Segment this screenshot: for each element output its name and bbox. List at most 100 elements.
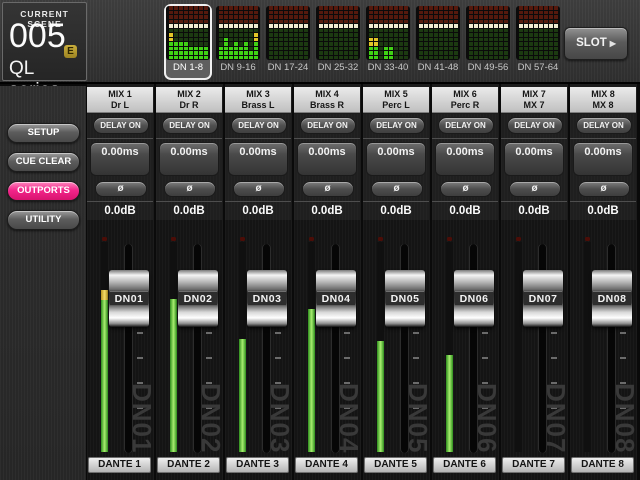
meter-segment — [169, 20, 173, 24]
meter-segment — [384, 33, 388, 37]
meter-segment — [429, 33, 433, 37]
channel-header[interactable]: MIX 4Brass R — [294, 87, 360, 113]
slot-button[interactable]: SLOT▶ — [564, 27, 628, 60]
meter-bar — [394, 6, 398, 60]
fader-knob[interactable]: DN04 — [316, 270, 356, 327]
channel-header[interactable]: MIX 7MX 7 — [501, 87, 567, 113]
phase-button[interactable]: ø — [371, 181, 423, 197]
meter-block-bars — [416, 6, 460, 60]
delay-on-button[interactable]: DELAY ON — [507, 117, 563, 134]
sidebar-button-outports[interactable]: OUTPORTS — [7, 181, 80, 201]
meter-segment — [384, 51, 388, 55]
delay-on-button[interactable]: DELAY ON — [438, 117, 494, 134]
meter-segment — [269, 38, 273, 42]
fader-knob[interactable]: DN07 — [523, 270, 563, 327]
phase-button[interactable]: ø — [578, 181, 630, 197]
delay-time-box[interactable]: 0.00ms — [435, 142, 495, 176]
meter-segment — [479, 51, 483, 55]
meter-block-2[interactable]: DN 9-16 — [216, 6, 260, 78]
delay-time-box[interactable]: 0.00ms — [573, 142, 633, 176]
meter-block-3[interactable]: DN 17-24 — [266, 6, 310, 78]
meter-segment — [269, 24, 273, 28]
meter-segment — [554, 56, 558, 60]
meter-segment — [234, 33, 238, 37]
meter-segment — [494, 51, 498, 55]
phase-button[interactable]: ø — [302, 181, 354, 197]
meter-segment — [334, 6, 338, 10]
meter-segment — [184, 42, 188, 46]
delay-on-button[interactable]: DELAY ON — [231, 117, 287, 134]
meter-segment — [349, 38, 353, 42]
meter-segment — [369, 56, 373, 60]
meter-segment — [349, 42, 353, 46]
meter-block-5[interactable]: DN 33-40 — [366, 6, 410, 78]
channel-header[interactable]: MIX 1Dr L — [87, 87, 153, 113]
meter-segment — [499, 47, 503, 51]
meter-segment — [269, 56, 273, 60]
meter-segment — [549, 56, 553, 60]
meter-segment — [449, 24, 453, 28]
meter-segment — [504, 24, 508, 28]
phase-button[interactable]: ø — [233, 181, 285, 197]
delay-time-box[interactable]: 0.00ms — [297, 142, 357, 176]
phase-button[interactable]: ø — [95, 181, 147, 197]
meter-bar — [204, 6, 208, 60]
meter-segment — [279, 24, 283, 28]
delay-time-box[interactable]: 0.00ms — [90, 142, 150, 176]
meter-segment — [199, 42, 203, 46]
meter-segment — [334, 56, 338, 60]
phase-button[interactable]: ø — [164, 181, 216, 197]
phase-button[interactable]: ø — [440, 181, 492, 197]
meter-segment — [449, 38, 453, 42]
channel-header[interactable]: MIX 6Perc R — [432, 87, 498, 113]
delay-on-button[interactable]: DELAY ON — [93, 117, 149, 134]
meter-segment — [429, 51, 433, 55]
delay-on-button[interactable]: DELAY ON — [162, 117, 218, 134]
delay-time-box[interactable]: 0.00ms — [366, 142, 426, 176]
channel-header[interactable]: MIX 5Perc L — [363, 87, 429, 113]
meter-segment — [484, 56, 488, 60]
meter-segment — [529, 20, 533, 24]
delay-on-button[interactable]: DELAY ON — [300, 117, 356, 134]
fader-knob[interactable]: DN05 — [385, 270, 425, 327]
meter-block-1[interactable]: DN 1-8 — [166, 6, 210, 78]
meter-segment — [419, 6, 423, 10]
meter-segment — [299, 6, 303, 10]
scene-panel[interactable]: CURRENT SCENE 005 E QL series — [2, 2, 87, 81]
meter-segment — [544, 29, 548, 33]
fader-knob[interactable]: DN08 — [592, 270, 632, 327]
sidebar-button-setup[interactable]: SETUP — [7, 123, 80, 143]
fader-knob[interactable]: DN01 — [109, 270, 149, 327]
meter-block-6[interactable]: DN 41-48 — [416, 6, 460, 78]
meter-segment — [229, 11, 233, 15]
meter-segment — [274, 42, 278, 46]
meter-segment — [549, 47, 553, 51]
meter-segment — [254, 38, 258, 42]
channel-header[interactable]: MIX 2Dr R — [156, 87, 222, 113]
sidebar-button-cue-clear[interactable]: CUE CLEAR — [7, 152, 80, 172]
meter-segment — [489, 6, 493, 10]
fader-knob[interactable]: DN02 — [178, 270, 218, 327]
meter-segment — [489, 29, 493, 33]
channel-header[interactable]: MIX 3Brass L — [225, 87, 291, 113]
delay-time-box[interactable]: 0.00ms — [159, 142, 219, 176]
phase-button[interactable]: ø — [509, 181, 561, 197]
delay-time-box[interactable]: 0.00ms — [228, 142, 288, 176]
meter-segment — [199, 11, 203, 15]
fader-knob[interactable]: DN06 — [454, 270, 494, 327]
meter-segment — [399, 42, 403, 46]
meter-segment — [449, 51, 453, 55]
meter-block-7[interactable]: DN 49-56 — [466, 6, 510, 78]
meter-segment — [204, 47, 208, 51]
meter-segment — [369, 15, 373, 19]
delay-time-box[interactable]: 0.00ms — [504, 142, 564, 176]
fader-knob[interactable]: DN03 — [247, 270, 287, 327]
meter-segment — [499, 15, 503, 19]
delay-on-button[interactable]: DELAY ON — [369, 117, 425, 134]
channel-header[interactable]: MIX 8MX 8 — [570, 87, 636, 113]
meter-segment — [184, 29, 188, 33]
delay-on-button[interactable]: DELAY ON — [576, 117, 632, 134]
meter-block-4[interactable]: DN 25-32 — [316, 6, 360, 78]
sidebar-button-utility[interactable]: UTILITY — [7, 210, 80, 230]
meter-block-8[interactable]: DN 57-64 — [516, 6, 560, 78]
